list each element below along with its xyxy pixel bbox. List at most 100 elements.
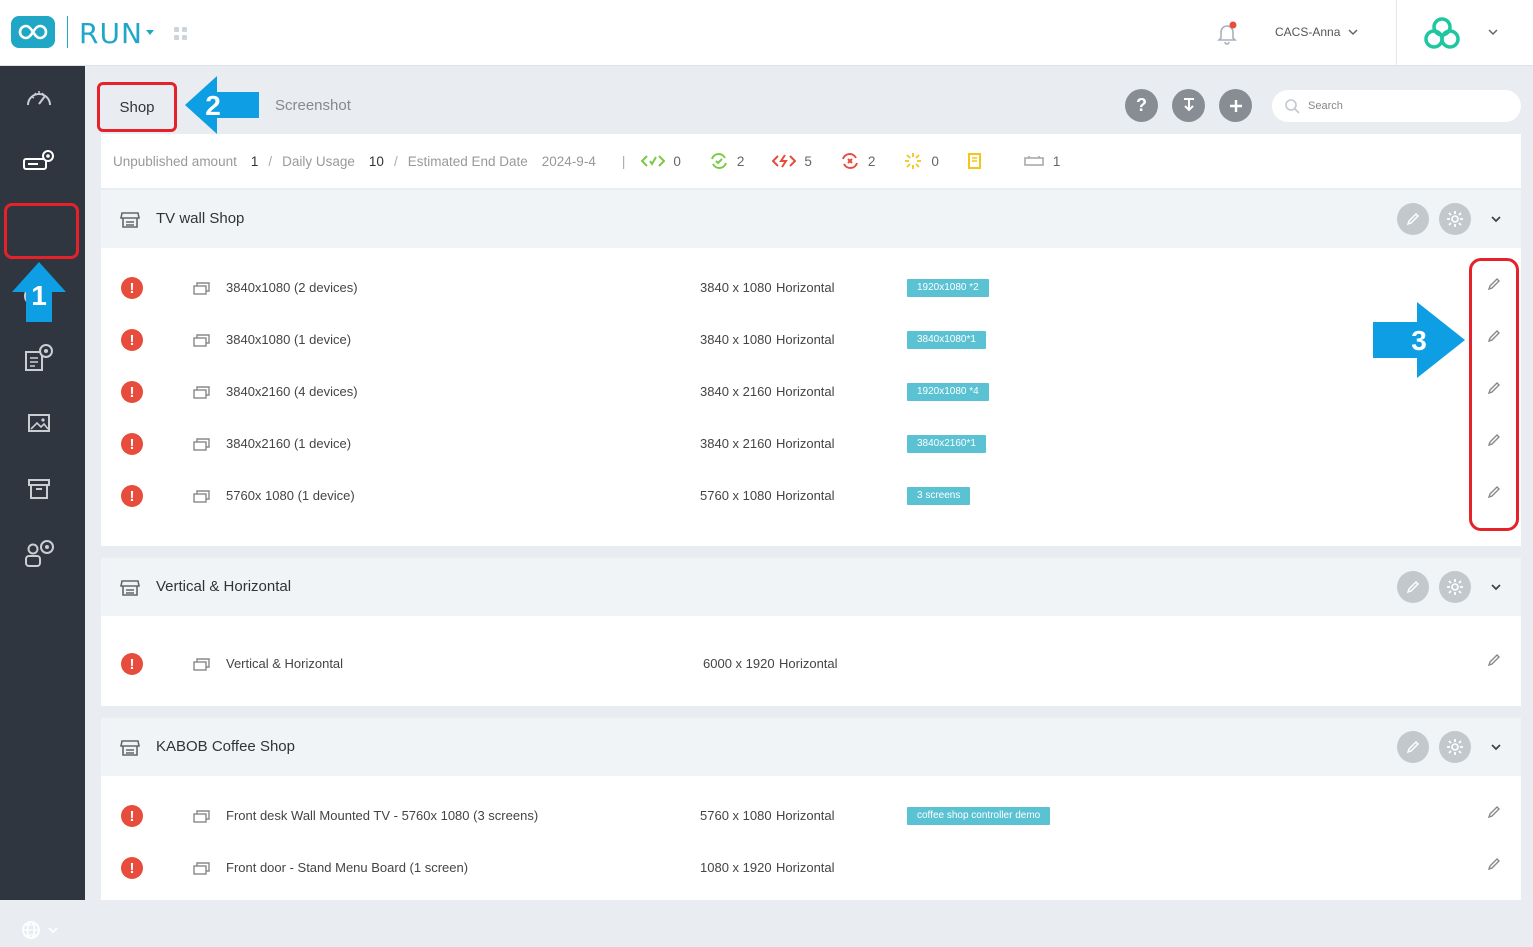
offline-counter[interactable]: 5 bbox=[772, 153, 812, 169]
screen-counter[interactable]: 1 bbox=[1023, 154, 1060, 169]
online-count: 0 bbox=[673, 153, 681, 169]
search-icon bbox=[1285, 99, 1300, 114]
shop-settings-button[interactable] bbox=[1439, 731, 1471, 763]
app-brand[interactable]: RUN bbox=[79, 17, 143, 50]
tab-shop[interactable]: Shop bbox=[97, 82, 177, 132]
online-counter[interactable]: 0 bbox=[641, 154, 681, 169]
warning-icon: ! bbox=[121, 805, 143, 827]
warning-icon: ! bbox=[121, 857, 143, 879]
device-name: Front door - Stand Menu Board (1 screen) bbox=[226, 860, 469, 875]
device-name: Vertical & Horizontal bbox=[226, 656, 344, 671]
loading-counter[interactable]: 0 bbox=[903, 151, 939, 171]
layout-tag: 1920x1080 *2 bbox=[907, 279, 989, 297]
warning-icon: ! bbox=[121, 433, 143, 455]
organization-logo-icon[interactable] bbox=[1421, 16, 1463, 52]
device-orientation: Horizontal bbox=[779, 656, 838, 671]
device-orientation: Horizontal bbox=[776, 860, 835, 875]
device-row[interactable]: ! 3840x1080 (2 devices) 3840 x 1080 Horizon… bbox=[101, 262, 1521, 314]
device-row[interactable]: ! Front door - Stand Menu Board (1 screen… bbox=[101, 842, 1521, 894]
org-caret-icon[interactable] bbox=[1487, 27, 1499, 37]
device-row[interactable]: ! 3840x2160 (4 devices) 3840 x 2160 Horizon… bbox=[101, 366, 1521, 418]
apps-grid-icon[interactable] bbox=[174, 27, 187, 40]
device-orientation: Horizontal bbox=[776, 384, 835, 399]
daily-usage-label: Daily Usage bbox=[282, 153, 355, 169]
unpublished-label: Unpublished amount bbox=[113, 153, 237, 169]
group-header[interactable]: Vertical & Horizontal bbox=[101, 558, 1521, 616]
download-button[interactable] bbox=[1172, 89, 1205, 122]
device-resolution: 5760 x 1080 bbox=[700, 808, 772, 823]
notification-bell-icon[interactable] bbox=[1214, 20, 1240, 46]
edit-pencil-icon[interactable] bbox=[1486, 856, 1502, 872]
app-logo-icon[interactable] bbox=[11, 16, 55, 48]
plus-icon bbox=[1229, 99, 1242, 112]
screen-group-icon bbox=[193, 490, 210, 503]
layout-tag: 1920x1080 *4 bbox=[907, 383, 989, 401]
device-name: 3840x2160 (4 devices) bbox=[226, 384, 358, 399]
add-button[interactable] bbox=[1219, 89, 1252, 122]
step-2-label: 2 bbox=[205, 90, 221, 121]
collapse-caret-icon[interactable] bbox=[1489, 582, 1503, 592]
header-divider bbox=[1396, 0, 1397, 66]
device-name: Front desk Wall Mounted TV - 5760x 1080 … bbox=[226, 808, 539, 823]
brand-caret-icon[interactable] bbox=[146, 30, 154, 35]
step-1-label: 1 bbox=[31, 280, 47, 311]
media-image-icon[interactable] bbox=[19, 406, 59, 440]
group-header[interactable]: TV wall Shop bbox=[101, 190, 1521, 248]
stats-bar: Unpublished amount 1 / Daily Usage 10 / … bbox=[101, 134, 1521, 188]
stats-separator: / bbox=[268, 153, 273, 169]
pencil-icon bbox=[1406, 580, 1420, 594]
warning-icon: ! bbox=[121, 277, 143, 299]
edit-shop-button[interactable] bbox=[1397, 203, 1429, 235]
document-counter[interactable] bbox=[967, 152, 983, 170]
layout-tag: 3 screens bbox=[907, 487, 971, 505]
synced-counter[interactable]: 2 bbox=[709, 153, 745, 169]
error-counter[interactable]: 2 bbox=[840, 153, 875, 169]
device-resolution: 3840 x 2160 bbox=[700, 436, 772, 451]
device-row[interactable]: ! Vertical & Horizontal 6000 x 1920 Horizon… bbox=[101, 638, 1521, 690]
device-settings-icon[interactable] bbox=[19, 144, 59, 178]
warning-icon: ! bbox=[121, 653, 143, 675]
stats-separator: | bbox=[621, 153, 626, 169]
synced-count: 2 bbox=[736, 153, 745, 169]
collapse-caret-icon[interactable] bbox=[1489, 214, 1503, 224]
shop-settings-button[interactable] bbox=[1439, 571, 1471, 603]
device-row[interactable]: ! 5760x 1080 (1 device) 5760 x 1080 Horizon… bbox=[101, 470, 1521, 522]
edit-buttons-highlight bbox=[1469, 258, 1519, 531]
archive-box-icon[interactable] bbox=[19, 472, 59, 506]
device-name: 3840x1080 (1 device) bbox=[226, 332, 352, 347]
group-header[interactable]: KABOB Coffee Shop bbox=[101, 718, 1521, 776]
device-name: 5760x 1080 (1 device) bbox=[226, 488, 355, 503]
loading-icon bbox=[905, 153, 922, 169]
device-row[interactable]: ! Front desk Wall Mounted TV - 5760x 1080… bbox=[101, 790, 1521, 842]
screen-group-icon bbox=[193, 658, 210, 671]
shop-settings-button[interactable] bbox=[1439, 203, 1471, 235]
device-row[interactable]: ! 3840x2160 (1 device) 3840 x 2160 Horizont… bbox=[101, 418, 1521, 470]
user-settings-icon[interactable] bbox=[19, 536, 59, 570]
stats-separator: / bbox=[393, 153, 398, 169]
collapse-caret-icon[interactable] bbox=[1489, 742, 1503, 752]
step-2-arrow: 2 bbox=[185, 76, 259, 134]
dashboard-icon[interactable] bbox=[19, 80, 59, 114]
user-caret-icon[interactable] bbox=[1347, 27, 1359, 37]
device-row[interactable]: ! 3840x1080 (1 device) 3840 x 1080 Horizont… bbox=[101, 314, 1521, 366]
shop-icon bbox=[120, 740, 140, 756]
edit-shop-button[interactable] bbox=[1397, 571, 1429, 603]
edit-pencil-icon[interactable] bbox=[1486, 804, 1502, 820]
help-label: ? bbox=[1136, 95, 1147, 115]
main-content: Shop Screenshot 2 ? Unpublished amount 1… bbox=[85, 66, 1533, 900]
shop-group-tv-wall: TV wall Shop ! 3840x1080 (2 devices) 3840 … bbox=[101, 190, 1521, 546]
search-input[interactable] bbox=[1308, 100, 1508, 112]
content-settings-icon[interactable] bbox=[19, 340, 59, 374]
edit-pencil-icon[interactable] bbox=[1486, 652, 1502, 668]
offline-count: 5 bbox=[804, 153, 812, 169]
search-box[interactable] bbox=[1272, 90, 1521, 122]
help-button[interactable]: ? bbox=[1125, 89, 1158, 122]
language-globe-icon[interactable] bbox=[20, 918, 62, 947]
brand-divider bbox=[67, 16, 68, 48]
edit-shop-button[interactable] bbox=[1397, 731, 1429, 763]
device-orientation: Horizontal bbox=[776, 280, 835, 295]
user-menu[interactable]: CACS-Anna bbox=[1275, 25, 1340, 39]
device-orientation: Horizontal bbox=[776, 808, 835, 823]
tab-screenshot[interactable]: Screenshot bbox=[275, 97, 351, 114]
offline-icon bbox=[772, 154, 797, 168]
